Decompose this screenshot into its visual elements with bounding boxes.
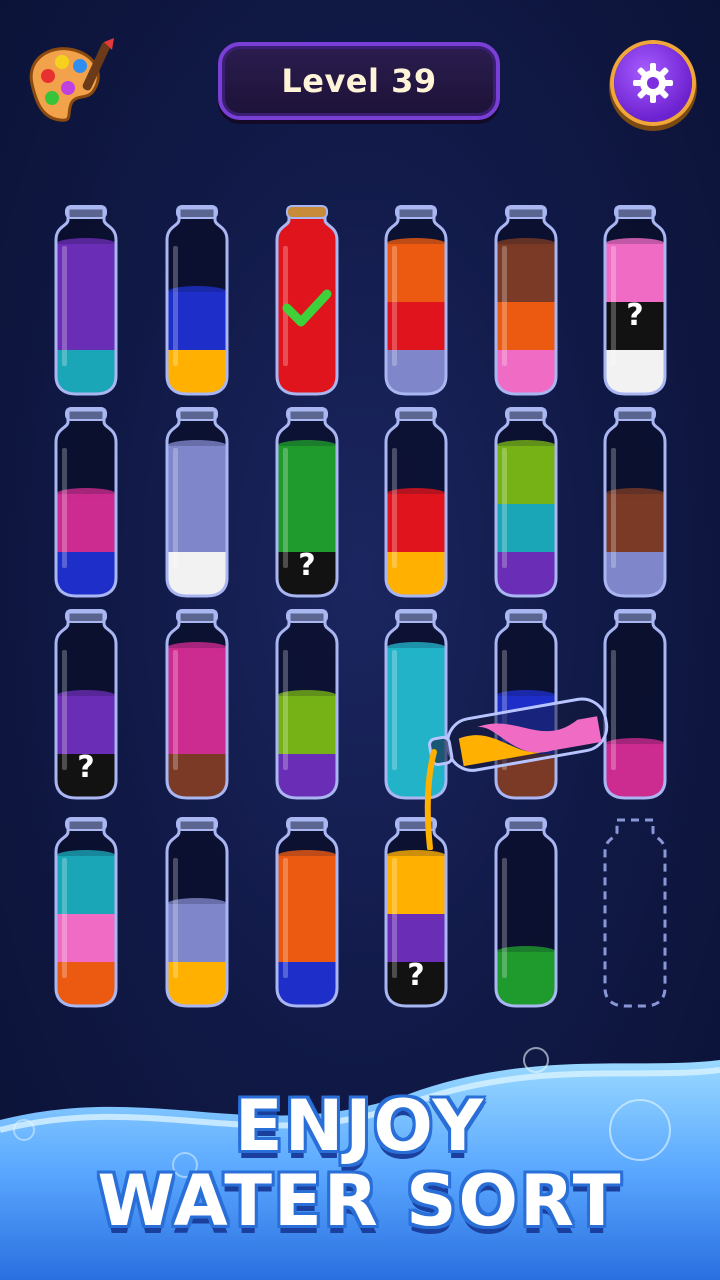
tube[interactable] — [52, 407, 120, 598]
hidden-color-question-mark: ? — [626, 298, 644, 333]
pouring-tube[interactable] — [420, 690, 620, 850]
hidden-color-question-mark: ? — [77, 750, 95, 785]
tube[interactable]: ? — [273, 407, 341, 598]
tube[interactable] — [52, 817, 120, 1008]
tube[interactable] — [163, 407, 231, 598]
tube[interactable] — [273, 609, 341, 800]
tube[interactable] — [273, 205, 341, 396]
tube[interactable] — [492, 407, 560, 598]
checkmark-icon — [282, 289, 332, 327]
tube[interactable] — [163, 205, 231, 396]
slogan-line-2: WATER SORT — [97, 1160, 623, 1242]
tube[interactable] — [163, 817, 231, 1008]
tube[interactable] — [52, 205, 120, 396]
tube[interactable] — [382, 407, 450, 598]
tube[interactable] — [601, 407, 669, 598]
tube[interactable]: ? — [52, 609, 120, 800]
slogan-line-1: ENJOY — [234, 1085, 486, 1167]
tube[interactable] — [273, 817, 341, 1008]
tube[interactable] — [382, 205, 450, 396]
tube[interactable] — [492, 205, 560, 396]
tube[interactable] — [163, 609, 231, 800]
hidden-color-question-mark: ? — [298, 548, 316, 583]
hidden-color-question-mark: ? — [407, 958, 425, 993]
tube[interactable]: ? — [601, 205, 669, 396]
